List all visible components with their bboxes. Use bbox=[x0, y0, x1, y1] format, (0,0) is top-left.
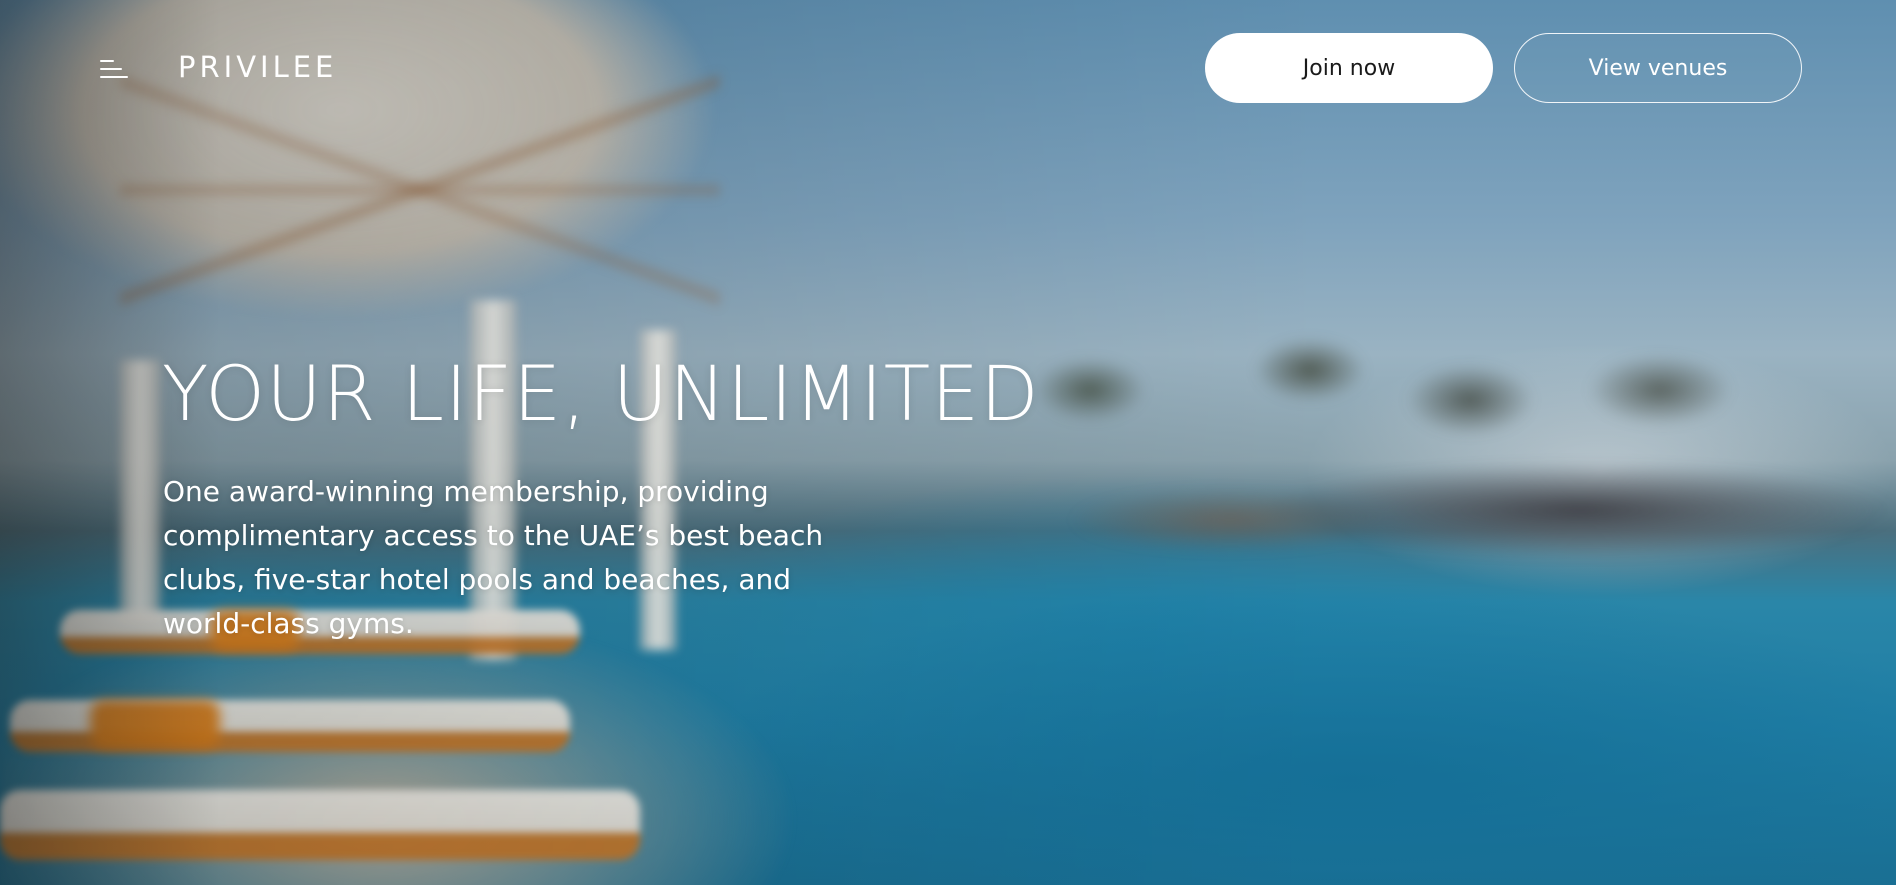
hero-section: PRIVILEE Join now View venues YOUR LIFE,… bbox=[0, 0, 1896, 885]
hamburger-menu-icon-line bbox=[100, 76, 128, 78]
view-venues-button-label: View venues bbox=[1588, 55, 1728, 81]
background-pillar bbox=[120, 360, 160, 620]
view-venues-button[interactable]: View venues bbox=[1514, 33, 1802, 103]
background-shade bbox=[0, 0, 220, 885]
hero-description: One award-winning membership, providing … bbox=[163, 475, 824, 640]
hamburger-menu-icon-line bbox=[100, 68, 122, 70]
background-lounger bbox=[0, 790, 640, 860]
background-palms bbox=[980, 330, 1896, 570]
hamburger-menu-icon bbox=[100, 60, 114, 62]
background-umbrella-ribs bbox=[120, 40, 720, 340]
background-lounger bbox=[10, 700, 570, 752]
join-now-button-label: Join now bbox=[1302, 55, 1396, 81]
join-now-button[interactable]: Join now bbox=[1205, 33, 1493, 103]
menu-button[interactable] bbox=[100, 58, 130, 80]
background-towel bbox=[90, 700, 220, 748]
hero-title: YOUR LIFE, UNLIMITED bbox=[162, 349, 1040, 438]
brand-logo[interactable]: PRIVILEE bbox=[178, 50, 337, 84]
background-overlay bbox=[0, 0, 1896, 885]
